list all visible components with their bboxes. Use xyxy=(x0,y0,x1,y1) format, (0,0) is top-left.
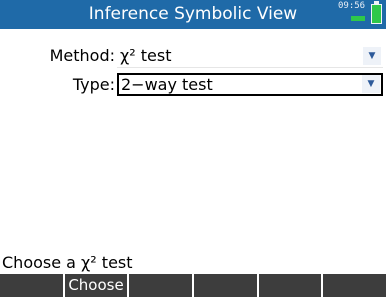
app-title: Inference Symbolic View xyxy=(88,4,298,24)
method-value: χ² test xyxy=(120,46,172,65)
softkey-5[interactable] xyxy=(258,274,322,297)
softkey-1[interactable] xyxy=(0,274,63,297)
method-select[interactable]: χ² test ▼ xyxy=(117,45,383,68)
help-text: Choose a χ² test xyxy=(2,253,133,272)
type-value: 2−way test xyxy=(121,75,213,94)
title-bar: Inference Symbolic View 09:56 xyxy=(0,0,386,29)
clock-readout: 09:56 xyxy=(338,1,366,11)
chevron-down-icon[interactable]: ▼ xyxy=(362,75,380,93)
battery-charge-icon xyxy=(351,16,365,21)
choose-softkey[interactable]: Choose xyxy=(64,274,128,297)
softkey-3[interactable] xyxy=(129,274,193,297)
softkey-4[interactable] xyxy=(194,274,257,297)
chevron-down-icon[interactable]: ▼ xyxy=(363,47,381,65)
method-label: Method: xyxy=(49,46,115,65)
softkey-6[interactable] xyxy=(323,274,386,297)
softkey-menu: Choose xyxy=(0,274,386,297)
type-select[interactable]: 2−way test ▼ xyxy=(117,73,383,96)
battery-icon xyxy=(371,1,382,24)
type-label: Type: xyxy=(72,75,115,94)
